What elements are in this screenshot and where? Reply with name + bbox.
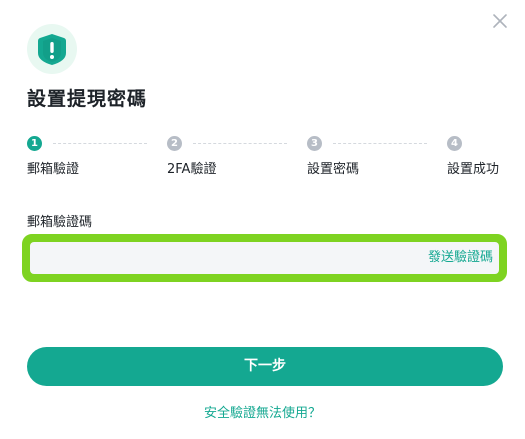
step-number: 1 bbox=[27, 136, 42, 151]
security-verification-help-link[interactable]: 安全驗證無法使用？ bbox=[0, 402, 525, 421]
step-3: 3 設置密碼 bbox=[307, 136, 359, 177]
step-number: 2 bbox=[167, 136, 182, 151]
dialog-title: 設置提現密碼 bbox=[27, 88, 148, 110]
step-number: 4 bbox=[447, 136, 462, 151]
step-4: 4 設置成功 bbox=[447, 136, 499, 177]
close-button[interactable] bbox=[489, 10, 511, 32]
step-label: 郵箱驗證 bbox=[27, 162, 80, 177]
step-label: 2FA驗證 bbox=[167, 162, 217, 177]
close-icon bbox=[493, 14, 507, 28]
stepper: 1 郵箱驗證 2 2FA驗證 3 設置密碼 4 設置成功 bbox=[27, 136, 507, 180]
email-code-input[interactable] bbox=[40, 242, 404, 276]
email-code-field: 發送驗證碼 bbox=[30, 242, 499, 276]
email-code-field-highlight: 發送驗證碼 bbox=[22, 234, 507, 282]
next-button[interactable]: 下一步 bbox=[27, 347, 503, 386]
hero-icon-badge bbox=[27, 24, 77, 74]
email-code-label: 郵箱驗證碼 bbox=[27, 215, 93, 230]
send-code-button[interactable]: 發送驗證碼 bbox=[428, 242, 493, 274]
step-label: 設置密碼 bbox=[307, 162, 360, 177]
step-number: 3 bbox=[307, 136, 322, 151]
shield-exclamation-icon bbox=[38, 34, 66, 65]
step-1: 1 郵箱驗證 bbox=[27, 136, 79, 177]
step-2: 2 2FA驗證 bbox=[167, 136, 216, 177]
step-label: 設置成功 bbox=[447, 162, 500, 177]
